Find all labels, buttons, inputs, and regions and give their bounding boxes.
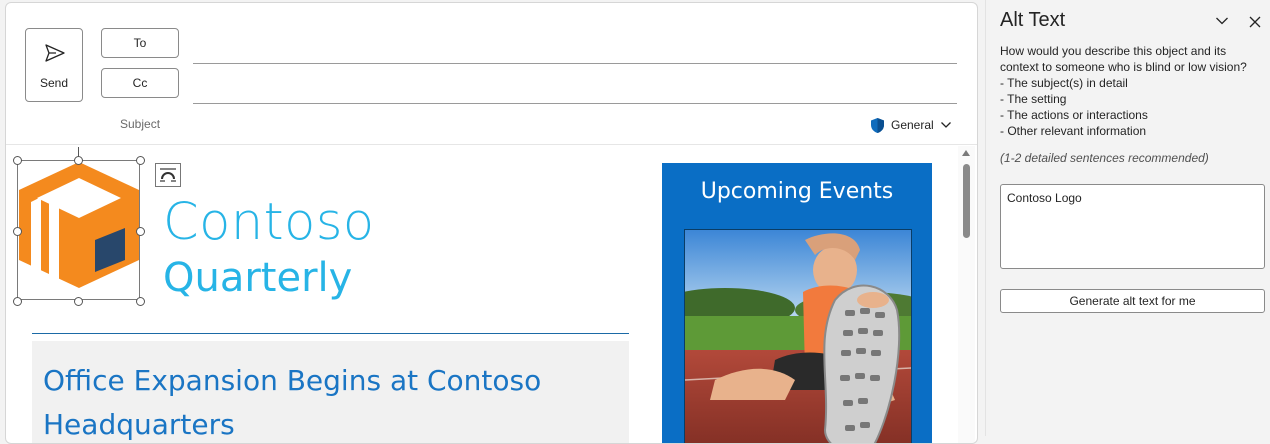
instruction-item: - The setting (1000, 92, 1067, 106)
sensitivity-dropdown[interactable]: General (870, 116, 952, 134)
alt-text-prompt: How would you describe this object and i… (1000, 44, 1247, 74)
close-icon[interactable] (1249, 16, 1261, 28)
send-label: Send (39, 76, 69, 90)
scroll-up-arrow[interactable] (962, 150, 970, 156)
runner-stretching-photo (685, 230, 911, 443)
vertical-scrollbar[interactable] (958, 146, 975, 443)
resize-handle[interactable] (13, 156, 22, 165)
resize-handle[interactable] (13, 297, 22, 306)
scroll-thumb[interactable] (963, 164, 970, 238)
send-button[interactable]: Send (25, 28, 83, 102)
events-photo[interactable] (684, 229, 912, 443)
rotate-stem (78, 147, 79, 157)
alt-text-input[interactable]: Contoso Logo (1000, 184, 1265, 269)
shield-icon (871, 117, 884, 133)
layout-options-button[interactable] (155, 163, 181, 187)
resize-handle[interactable] (136, 156, 145, 165)
to-button[interactable]: To (101, 28, 179, 58)
send-icon (45, 44, 65, 62)
news-block: Office Expansion Begins at Contoso Headq… (32, 341, 629, 443)
subject-field[interactable]: Subject (120, 117, 160, 131)
alt-text-instructions: How would you describe this object and i… (1000, 43, 1262, 139)
instruction-item: - Other relevant information (1000, 124, 1147, 138)
chevron-down-icon[interactable] (1215, 16, 1229, 26)
brand-subtitle: Quarterly (163, 255, 353, 301)
message-body[interactable]: Contoso Quarterly Office Expansion Begin… (6, 145, 956, 443)
chevron-down-icon (940, 122, 951, 128)
brand-title: Contoso (163, 193, 375, 252)
resize-handle[interactable] (74, 156, 83, 165)
recommendation-note: (1-2 detailed sentences recommended) (1000, 151, 1209, 165)
sensitivity-label: General (891, 118, 934, 132)
resize-handle[interactable] (13, 227, 22, 236)
generate-alt-text-button[interactable]: Generate alt text for me (1000, 289, 1265, 313)
layout-options-icon (160, 168, 176, 182)
events-title: Upcoming Events (700, 179, 894, 204)
alt-text-pane: Alt Text How would you describe this obj… (987, 0, 1270, 436)
logo-selection-frame (17, 160, 140, 300)
pane-title: Alt Text (1000, 9, 1066, 31)
to-field[interactable] (193, 63, 957, 64)
compose-window: Send To Cc Subject General Contoso Quart… (5, 2, 978, 444)
cc-field[interactable] (193, 103, 957, 104)
cc-button[interactable]: Cc (101, 68, 179, 98)
news-headline: Office Expansion Begins at Contoso Headq… (43, 364, 542, 441)
resize-handle[interactable] (74, 297, 83, 306)
instruction-item: - The actions or interactions (1000, 108, 1148, 122)
instruction-item: - The subject(s) in detail (1000, 76, 1128, 90)
section-rule (32, 333, 629, 334)
resize-handle[interactable] (136, 227, 145, 236)
pane-divider (985, 0, 986, 436)
events-panel: Upcoming Events (662, 163, 932, 443)
resize-handle[interactable] (136, 297, 145, 306)
